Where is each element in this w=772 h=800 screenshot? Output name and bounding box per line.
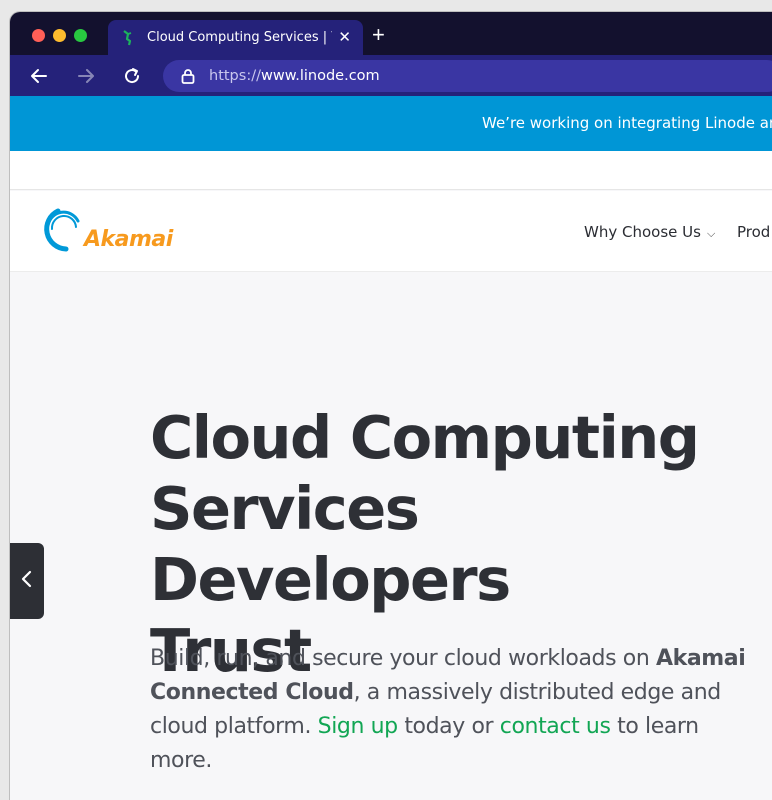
hero-text-part-3: today or xyxy=(397,714,500,739)
url-domain: www.linode.com xyxy=(260,68,380,84)
announcement-banner[interactable]: We’re working on integrating Linode and xyxy=(10,96,772,151)
site-header: Akamai Why Choose Us ⌵ Prod xyxy=(10,191,772,272)
back-arrow-icon[interactable] xyxy=(27,64,51,88)
chevron-left-icon xyxy=(20,569,34,594)
hero-title-line-1: Cloud Computing xyxy=(150,403,700,472)
sign-up-link[interactable]: Sign up xyxy=(318,714,398,739)
window-minimize-button[interactable] xyxy=(53,29,66,42)
window-maximize-button[interactable] xyxy=(74,29,87,42)
lock-icon[interactable] xyxy=(181,68,195,84)
hero-description: Build, run, and secure your cloud worklo… xyxy=(150,642,765,778)
browser-tab-active[interactable]: Cloud Computing Services | Vi ✕ xyxy=(108,20,363,55)
linode-favicon-icon xyxy=(120,29,136,46)
plus-icon[interactable]: + xyxy=(372,24,385,46)
contact-us-link[interactable]: contact us xyxy=(500,714,611,739)
akamai-logo[interactable]: Akamai xyxy=(36,205,173,255)
hero-title-line-2: Services Developers xyxy=(150,474,511,614)
hero-text-part-1: Build, run, and secure your cloud worklo… xyxy=(150,646,656,671)
top-utility-bar xyxy=(10,151,772,190)
chevron-down-icon: ⌵ xyxy=(706,227,716,240)
url-prefix: https:// xyxy=(209,68,261,84)
address-bar[interactable]: https://www.linode.com xyxy=(163,60,772,92)
page-viewport: We’re working on integrating Linode and … xyxy=(10,96,772,800)
close-icon[interactable]: ✕ xyxy=(338,28,351,46)
reload-icon[interactable] xyxy=(120,64,144,88)
nav-why-choose-us[interactable]: Why Choose Us ⌵ xyxy=(584,223,715,241)
nav-why-choose-us-label: Why Choose Us xyxy=(584,223,701,241)
window-close-button[interactable] xyxy=(32,29,45,42)
nav-products[interactable]: Prod xyxy=(737,223,770,241)
url-text: https://www.linode.com xyxy=(209,68,380,84)
tab-title: Cloud Computing Services | Vi xyxy=(147,30,332,45)
forward-arrow-icon[interactable] xyxy=(74,64,98,88)
side-collapse-tab[interactable] xyxy=(10,543,44,619)
browser-toolbar: https://www.linode.com xyxy=(10,55,772,96)
tab-bar: Cloud Computing Services | Vi ✕ + xyxy=(10,12,772,55)
logo-text: Akamai xyxy=(84,227,173,252)
browser-window: Cloud Computing Services | Vi ✕ + https:… xyxy=(10,12,772,800)
